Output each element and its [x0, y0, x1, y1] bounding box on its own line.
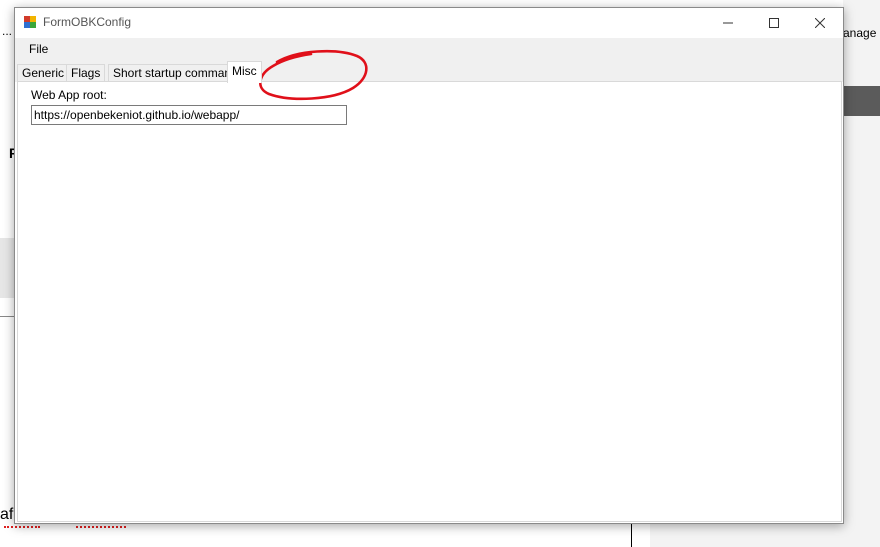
background-line — [0, 316, 14, 317]
window-title: FormOBKConfig — [43, 15, 132, 29]
background-gray-block — [0, 238, 14, 298]
background-divider — [631, 522, 632, 547]
tab-strip: Generic Flags Short startup command Misc — [15, 60, 843, 83]
annotation-circle — [259, 49, 368, 101]
app-icon — [24, 16, 36, 28]
background-dark-bar — [843, 86, 880, 116]
tab-generic[interactable]: Generic — [17, 64, 70, 82]
web-app-root-input[interactable] — [31, 105, 347, 125]
background-manage-text: anage — [843, 26, 877, 40]
tab-flags[interactable]: Flags — [66, 64, 106, 82]
misc-tab-panel: Web App root: — [17, 81, 842, 522]
menu-file[interactable]: File — [23, 41, 54, 57]
close-button[interactable] — [797, 8, 843, 37]
form-obk-config-window: FormOBKConfig File Generic Flags Short s… — [14, 7, 844, 524]
minimize-icon — [723, 22, 733, 23]
tab-short-startup-command[interactable]: Short startup command — [108, 64, 243, 82]
tab-misc[interactable]: Misc — [227, 61, 262, 83]
title-bar[interactable]: FormOBKConfig — [15, 8, 843, 38]
background-ellipsis: ... — [2, 24, 13, 38]
background-bottom-panel — [650, 522, 843, 547]
close-icon — [815, 17, 825, 28]
maximize-icon — [769, 17, 779, 28]
background-right-area — [843, 116, 880, 547]
minimize-button[interactable] — [705, 8, 751, 37]
web-app-root-label: Web App root: — [31, 88, 107, 102]
maximize-button[interactable] — [751, 8, 797, 37]
menu-bar: File — [15, 38, 843, 60]
